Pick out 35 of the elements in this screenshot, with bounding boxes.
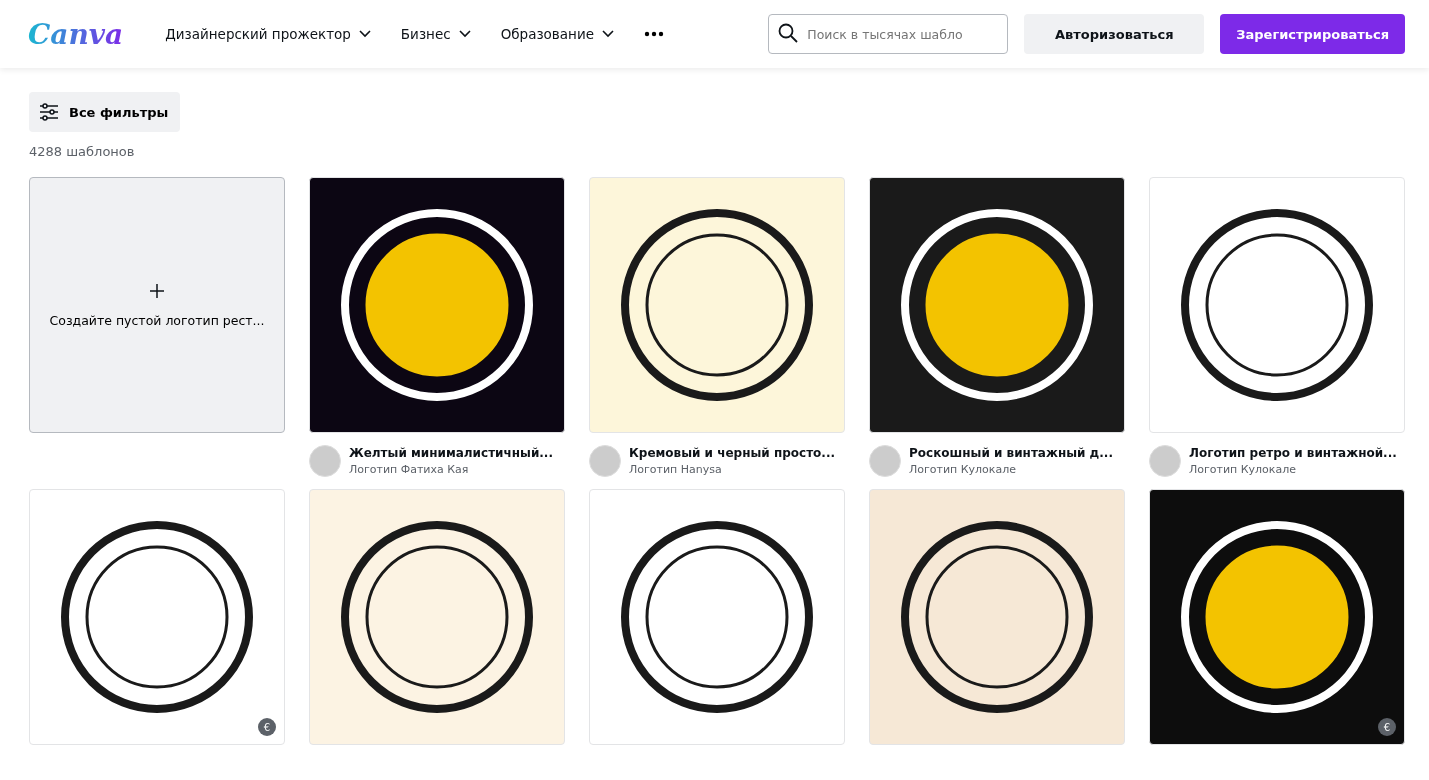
- template-count: 4288 шаблонов: [29, 144, 136, 159]
- template-thumbnail[interactable]: [309, 177, 565, 433]
- sliders-icon: [39, 103, 59, 121]
- avatar: [869, 445, 901, 477]
- template-thumbnail[interactable]: [1149, 177, 1405, 433]
- template-title[interactable]: Роскошный и винтажный д...: [909, 446, 1113, 460]
- nav-menu[interactable]: Образование: [500, 26, 614, 42]
- avatar: [589, 445, 621, 477]
- create-blank-card[interactable]: Создайте пустой логотип рест...: [29, 177, 285, 433]
- more-icon[interactable]: [644, 31, 664, 37]
- template-author: Логотип Кулокале: [909, 463, 1018, 476]
- template-thumbnail[interactable]: €: [1149, 489, 1405, 745]
- avatar: [1149, 445, 1181, 477]
- template-thumbnail[interactable]: [869, 177, 1125, 433]
- nav-menu[interactable]: Дизайнерский прожектор: [165, 26, 371, 42]
- plus-icon: [149, 282, 165, 299]
- login-button[interactable]: Авторизоваться: [1024, 14, 1205, 54]
- avatar: [309, 445, 341, 477]
- template-thumbnail[interactable]: [589, 177, 845, 433]
- template-thumbnail[interactable]: [309, 489, 565, 745]
- search-field[interactable]: Поиск в тысячах шабло: [768, 14, 1009, 54]
- template-author: Логотип Фатиха Кая: [349, 463, 470, 476]
- premium-badge: €: [258, 718, 276, 736]
- template-author: Логотип Кулокале: [1189, 463, 1298, 476]
- template-thumbnail[interactable]: [869, 489, 1125, 745]
- signup-button[interactable]: Зарегистрироваться: [1220, 14, 1405, 54]
- template-thumbnail[interactable]: €: [29, 489, 285, 745]
- template-title[interactable]: Желтый минималистичный...: [349, 446, 553, 460]
- template-title[interactable]: Кремовый и черный просто...: [629, 446, 835, 460]
- filters-button[interactable]: Все фильтры: [29, 92, 181, 132]
- nav-menu[interactable]: Бизнес: [400, 26, 471, 42]
- template-title[interactable]: Логотип ретро и винтажной...: [1189, 446, 1397, 460]
- premium-badge: €: [1378, 718, 1396, 736]
- template-thumbnail[interactable]: [589, 489, 845, 745]
- template-author: Логотип Hanysa: [629, 463, 723, 476]
